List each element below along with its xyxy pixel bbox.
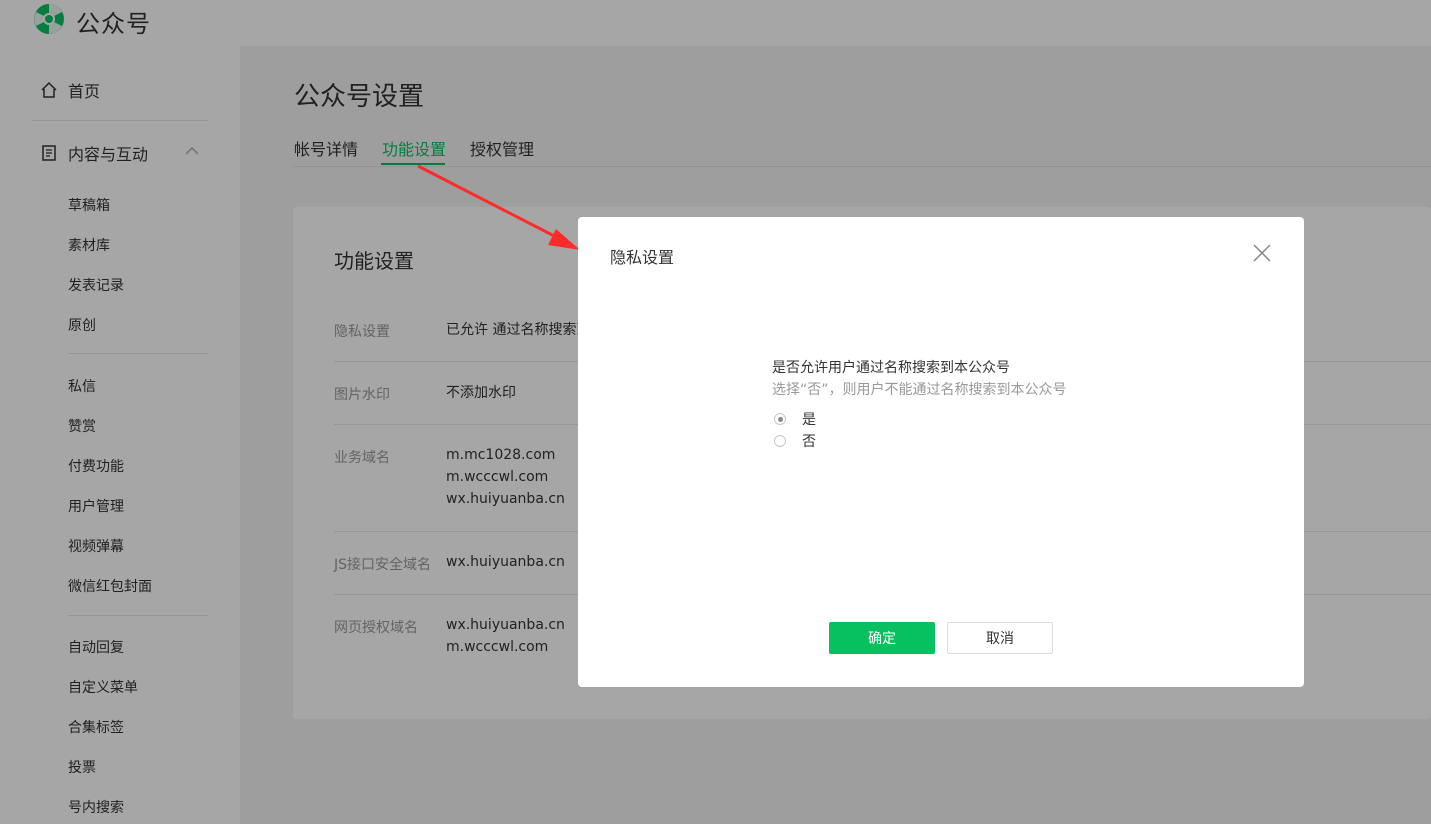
radio-option-yes[interactable]: 是	[774, 409, 816, 429]
privacy-question: 是否允许用户通过名称搜索到本公众号	[772, 360, 1010, 376]
privacy-settings-dialog: 隐私设置 是否允许用户通过名称搜索到本公众号 选择“否”，则用户不能通过名称搜索…	[578, 217, 1304, 687]
radio-option-no[interactable]: 否	[774, 431, 816, 451]
radio-label: 是	[802, 412, 816, 428]
radio-button[interactable]	[774, 435, 786, 447]
radio-label: 否	[802, 434, 816, 450]
confirm-button[interactable]: 确定	[829, 622, 935, 654]
radio-button[interactable]	[774, 413, 786, 425]
dialog-title: 隐私设置	[610, 248, 675, 267]
privacy-hint: 选择“否”，则用户不能通过名称搜索到本公众号	[772, 382, 1067, 398]
close-icon[interactable]	[1252, 243, 1272, 263]
cancel-button[interactable]: 取消	[947, 622, 1053, 654]
